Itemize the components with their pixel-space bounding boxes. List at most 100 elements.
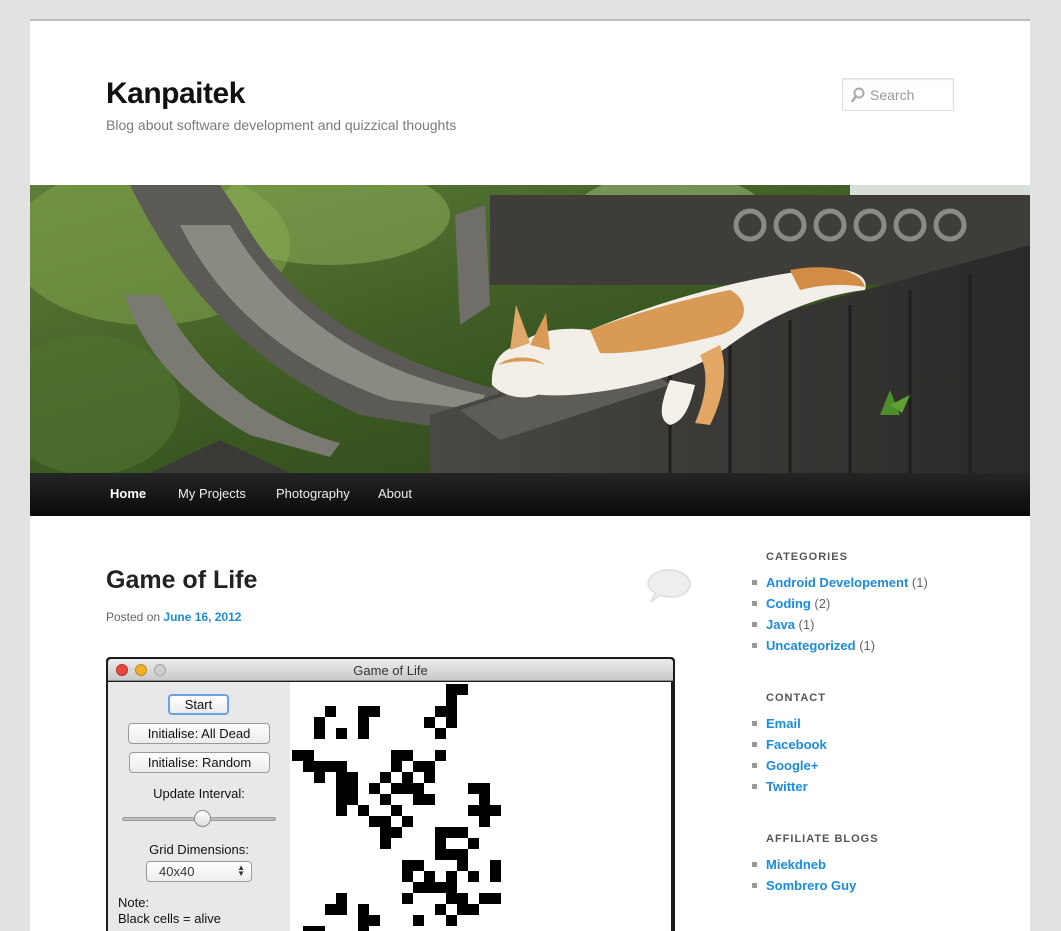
- live-cell[interactable]: [424, 871, 435, 882]
- live-cell[interactable]: [479, 805, 490, 816]
- live-cell[interactable]: [325, 706, 336, 717]
- live-cell[interactable]: [435, 904, 446, 915]
- nav-item-about[interactable]: About: [378, 486, 412, 501]
- live-cell[interactable]: [402, 772, 413, 783]
- live-cell[interactable]: [446, 706, 457, 717]
- live-cell[interactable]: [303, 750, 314, 761]
- contact-link-twitter[interactable]: Twitter: [766, 779, 808, 794]
- live-cell[interactable]: [380, 827, 391, 838]
- live-cell[interactable]: [479, 893, 490, 904]
- live-cell[interactable]: [369, 915, 380, 926]
- contact-link-google-plus[interactable]: Google+: [766, 758, 818, 773]
- live-cell[interactable]: [435, 838, 446, 849]
- live-cell[interactable]: [336, 904, 347, 915]
- live-cell[interactable]: [468, 904, 479, 915]
- live-cell[interactable]: [457, 827, 468, 838]
- post-title[interactable]: Game of Life: [106, 566, 257, 595]
- live-cell[interactable]: [347, 783, 358, 794]
- live-cell[interactable]: [479, 816, 490, 827]
- live-cell[interactable]: [446, 695, 457, 706]
- live-cell[interactable]: [468, 783, 479, 794]
- live-cell[interactable]: [446, 717, 457, 728]
- live-cell[interactable]: [457, 849, 468, 860]
- live-cell[interactable]: [457, 904, 468, 915]
- nav-item-photography[interactable]: Photography: [276, 486, 350, 501]
- live-cell[interactable]: [325, 904, 336, 915]
- live-cell[interactable]: [369, 783, 380, 794]
- live-cell[interactable]: [402, 893, 413, 904]
- live-cell[interactable]: [358, 926, 369, 931]
- live-cell[interactable]: [391, 761, 402, 772]
- comment-bubble-icon[interactable]: [646, 567, 692, 605]
- category-link[interactable]: Java: [766, 617, 795, 632]
- live-cell[interactable]: [435, 728, 446, 739]
- live-cell[interactable]: [435, 882, 446, 893]
- live-cell[interactable]: [446, 849, 457, 860]
- live-cell[interactable]: [347, 794, 358, 805]
- live-cell[interactable]: [336, 783, 347, 794]
- live-cell[interactable]: [358, 717, 369, 728]
- live-cell[interactable]: [336, 805, 347, 816]
- live-cell[interactable]: [490, 860, 501, 871]
- live-cell[interactable]: [479, 794, 490, 805]
- live-cell[interactable]: [303, 761, 314, 772]
- live-cell[interactable]: [380, 816, 391, 827]
- live-cell[interactable]: [490, 893, 501, 904]
- nav-item-home[interactable]: Home: [110, 486, 146, 501]
- search-input[interactable]: [870, 85, 950, 105]
- live-cell[interactable]: [314, 926, 325, 931]
- live-cell[interactable]: [446, 871, 457, 882]
- live-cell[interactable]: [369, 706, 380, 717]
- live-cell[interactable]: [391, 805, 402, 816]
- live-cell[interactable]: [490, 871, 501, 882]
- live-cell[interactable]: [358, 915, 369, 926]
- live-cell[interactable]: [358, 728, 369, 739]
- init-random-button[interactable]: Initialise: Random: [129, 752, 270, 773]
- live-cell[interactable]: [424, 882, 435, 893]
- live-cell[interactable]: [336, 893, 347, 904]
- category-link[interactable]: Android Developement: [766, 575, 908, 590]
- live-cell[interactable]: [424, 761, 435, 772]
- affiliate-link[interactable]: Miekdneb: [766, 857, 826, 872]
- live-cell[interactable]: [413, 915, 424, 926]
- live-cell[interactable]: [358, 805, 369, 816]
- live-cell[interactable]: [303, 926, 314, 931]
- search-box[interactable]: [842, 78, 954, 111]
- live-cell[interactable]: [336, 728, 347, 739]
- live-cell[interactable]: [424, 717, 435, 728]
- live-cell[interactable]: [391, 783, 402, 794]
- slider-thumb[interactable]: [193, 810, 211, 827]
- live-cell[interactable]: [435, 827, 446, 838]
- live-cell[interactable]: [435, 750, 446, 761]
- live-cell[interactable]: [347, 772, 358, 783]
- live-cell[interactable]: [435, 849, 446, 860]
- live-cell[interactable]: [446, 827, 457, 838]
- live-cell[interactable]: [314, 772, 325, 783]
- life-grid[interactable]: [290, 682, 671, 931]
- live-cell[interactable]: [292, 750, 303, 761]
- live-cell[interactable]: [369, 816, 380, 827]
- live-cell[interactable]: [402, 816, 413, 827]
- live-cell[interactable]: [413, 882, 424, 893]
- contact-link-facebook[interactable]: Facebook: [766, 737, 827, 752]
- live-cell[interactable]: [402, 860, 413, 871]
- live-cell[interactable]: [457, 860, 468, 871]
- live-cell[interactable]: [314, 728, 325, 739]
- live-cell[interactable]: [413, 794, 424, 805]
- live-cell[interactable]: [314, 761, 325, 772]
- live-cell[interactable]: [402, 750, 413, 761]
- live-cell[interactable]: [380, 772, 391, 783]
- live-cell[interactable]: [435, 706, 446, 717]
- live-cell[interactable]: [479, 783, 490, 794]
- live-cell[interactable]: [424, 794, 435, 805]
- live-cell[interactable]: [391, 827, 402, 838]
- grid-dimensions-select[interactable]: 40x40 ▲ ▼: [146, 861, 252, 882]
- nav-item-my-projects[interactable]: My Projects: [178, 486, 246, 501]
- live-cell[interactable]: [336, 794, 347, 805]
- category-link[interactable]: Coding: [766, 596, 811, 611]
- live-cell[interactable]: [358, 706, 369, 717]
- live-cell[interactable]: [314, 717, 325, 728]
- category-link[interactable]: Uncategorized: [766, 638, 856, 653]
- affiliate-link[interactable]: Sombrero Guy: [766, 878, 856, 893]
- live-cell[interactable]: [325, 761, 336, 772]
